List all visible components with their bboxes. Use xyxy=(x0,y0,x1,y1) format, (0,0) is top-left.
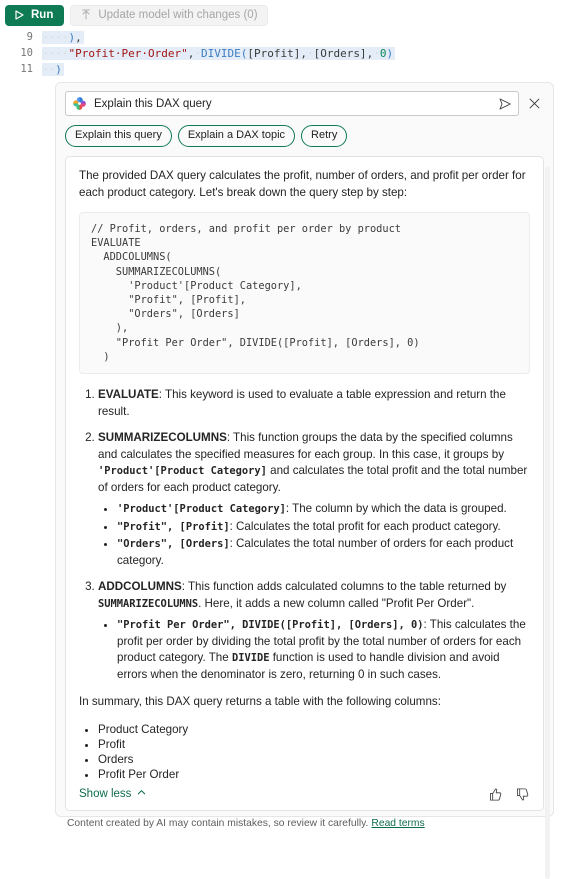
chip-explain-this-query[interactable]: Explain this query xyxy=(65,125,172,147)
answer-card-footer: Show less xyxy=(66,778,543,810)
summary-columns-list: Product Category Profit Orders Profit Pe… xyxy=(79,722,530,782)
play-icon xyxy=(13,9,25,21)
suggestion-chips: Explain this query Explain a DAX topic R… xyxy=(65,125,544,147)
step-inline-code: SUMMARIZECOLUMNS xyxy=(98,597,199,610)
answer-steps-list: EVALUATE: This keyword is used to evalua… xyxy=(79,387,530,683)
sub-item-inline-code: DIVIDE xyxy=(231,652,270,665)
update-model-label: Update model with changes (0) xyxy=(98,9,258,21)
step-addcolumns: ADDCOLUMNS: This function adds calculate… xyxy=(98,579,530,683)
sub-item: "Orders", [Orders]: Calculates the total… xyxy=(117,536,530,569)
step-text: : This keyword is used to evaluate a tab… xyxy=(98,388,506,418)
code-line-text[interactable]: ··) xyxy=(42,62,64,76)
line-number: 10 xyxy=(20,47,33,59)
sub-item-text: : The column by which the data is groupe… xyxy=(285,502,507,516)
step-sub-list: "Profit Per Order", DIVIDE([Profit], [Or… xyxy=(98,617,530,683)
sub-item: "Profit", [Profit]: Calculates the total… xyxy=(117,519,530,536)
editor-toolbar: Run Update model with changes (0) xyxy=(0,0,565,27)
copilot-chat-panel: Explain this DAX query Explain this quer… xyxy=(55,82,554,879)
chat-input-box[interactable]: Explain this DAX query xyxy=(65,91,519,116)
sub-item-text: : Calculates the total profit for each p… xyxy=(229,519,501,533)
thumbs-down-icon[interactable] xyxy=(515,787,530,802)
step-sub-list: 'Product'[Product Category]: The column … xyxy=(98,501,530,569)
step-inline-code: 'Product'[Product Category] xyxy=(98,465,267,478)
chat-scrollbar[interactable] xyxy=(545,167,550,879)
step-text: : This function adds calculated columns … xyxy=(181,580,507,594)
step-text-after: . Here, it adds a new column called "Pro… xyxy=(198,596,475,610)
chevron-up-icon xyxy=(136,787,147,801)
step-evaluate: EVALUATE: This keyword is used to evalua… xyxy=(98,387,530,420)
code-line[interactable]: 9 ····), xyxy=(0,29,565,45)
code-line-text[interactable]: ····), xyxy=(42,30,84,44)
step-term: ADDCOLUMNS xyxy=(98,580,182,594)
update-model-button[interactable]: Update model with changes (0) xyxy=(70,4,268,26)
sub-item-code: 'Product'[Product Category] xyxy=(117,503,286,516)
send-icon[interactable] xyxy=(497,96,513,112)
sub-item: 'Product'[Product Category]: The column … xyxy=(117,501,530,518)
run-button-label: Run xyxy=(31,9,54,21)
code-line[interactable]: 10 ····"Profit·Per·Order",·DIVIDE([Profi… xyxy=(0,45,565,61)
answer-intro: The provided DAX query calculates the pr… xyxy=(79,169,526,199)
sub-item: "Profit Per Order", DIVIDE([Profit], [Or… xyxy=(117,617,530,683)
ai-disclaimer-text: Content created by AI may contain mistak… xyxy=(67,818,369,829)
chat-input-value[interactable]: Explain this DAX query xyxy=(94,98,497,110)
summary-item: Product Category xyxy=(98,722,530,737)
sub-item-code: "Orders", [Orders] xyxy=(117,538,230,551)
chat-input-row: Explain this DAX query xyxy=(65,91,544,116)
sub-item-code: "Profit", [Profit] xyxy=(117,520,230,533)
code-line-text[interactable]: ····"Profit·Per·Order",·DIVIDE([Profit],… xyxy=(42,46,396,60)
copilot-icon xyxy=(72,96,87,111)
sub-item-code: "Profit Per Order", DIVIDE([Profit], [Or… xyxy=(117,619,424,632)
answer-card: The provided DAX query calculates the pr… xyxy=(65,156,544,811)
code-line[interactable]: 11 ··) xyxy=(0,61,565,77)
thumbs-up-icon[interactable] xyxy=(488,787,503,802)
summary-item: Profit xyxy=(98,737,530,752)
summary-item: Orders xyxy=(98,752,530,767)
ai-disclaimer: Content created by AI may contain mistak… xyxy=(65,818,544,829)
run-button[interactable]: Run xyxy=(5,4,65,26)
dax-code-editor[interactable]: 9 ····), 10 ····"Profit·Per·Order",·DIVI… xyxy=(0,27,565,79)
close-icon[interactable] xyxy=(527,96,542,111)
step-term: SUMMARIZECOLUMNS xyxy=(98,431,227,445)
chip-explain-a-dax-topic[interactable]: Explain a DAX topic xyxy=(177,125,296,147)
read-terms-link[interactable]: Read terms xyxy=(371,818,424,829)
line-number: 9 xyxy=(26,31,33,43)
show-less-button[interactable]: Show less xyxy=(79,787,147,801)
answer-code-block: // Profit, orders, and profit per order … xyxy=(79,212,530,375)
summary-intro: In summary, this DAX query returns a tab… xyxy=(79,695,441,709)
step-term: EVALUATE xyxy=(98,388,159,402)
step-summarizecolumns: SUMMARIZECOLUMNS: This function groups t… xyxy=(98,430,530,569)
chip-retry[interactable]: Retry xyxy=(301,125,348,147)
upload-arrow-icon xyxy=(80,9,92,21)
line-number: 11 xyxy=(20,63,33,75)
show-less-label: Show less xyxy=(79,788,132,800)
